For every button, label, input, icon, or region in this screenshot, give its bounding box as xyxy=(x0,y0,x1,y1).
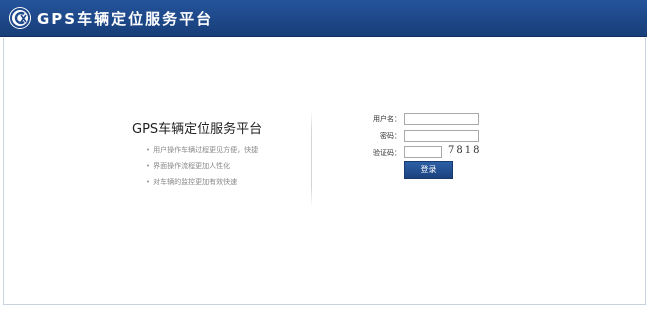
feature-text: 用户操作车辆过程更见方便，快捷 xyxy=(153,146,259,154)
bullet-icon: • xyxy=(146,146,151,154)
gps-logo-icon xyxy=(9,7,31,29)
password-label: 密码： xyxy=(380,132,401,140)
bullet-icon: • xyxy=(146,162,151,170)
list-item: • 用户操作车辆过程更见方便，快捷 xyxy=(146,145,258,161)
captcha-label: 验证码： xyxy=(373,149,401,157)
password-input[interactable] xyxy=(404,130,479,142)
list-item: • 界面操作流程更加人性化 xyxy=(146,161,258,177)
bullet-icon: • xyxy=(146,178,151,186)
username-label: 用户名： xyxy=(373,115,401,123)
content-frame xyxy=(3,38,646,305)
captcha-input[interactable] xyxy=(404,146,442,158)
intro-title: GPS车辆定位服务平台 xyxy=(132,122,263,137)
feature-text: 界面操作流程更加人性化 xyxy=(153,162,231,170)
captcha-image[interactable]: 7818 xyxy=(448,145,481,157)
vertical-divider xyxy=(311,111,312,207)
login-button[interactable]: 登录 xyxy=(404,161,453,179)
list-item: • 对车辆的监控更加有效快速 xyxy=(146,177,258,193)
app-header: GPS车辆定位服务平台 xyxy=(0,0,647,37)
feature-text: 对车辆的监控更加有效快速 xyxy=(153,178,238,186)
username-input[interactable] xyxy=(404,113,479,125)
feature-list: • 用户操作车辆过程更见方便，快捷 • 界面操作流程更加人性化 • 对车辆的监控更加有… xyxy=(146,145,258,193)
app-title: GPS车辆定位服务平台 xyxy=(37,10,214,28)
